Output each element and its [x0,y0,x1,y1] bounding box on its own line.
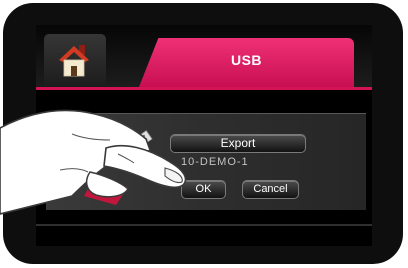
pointing-hand-illustration [0,109,187,215]
